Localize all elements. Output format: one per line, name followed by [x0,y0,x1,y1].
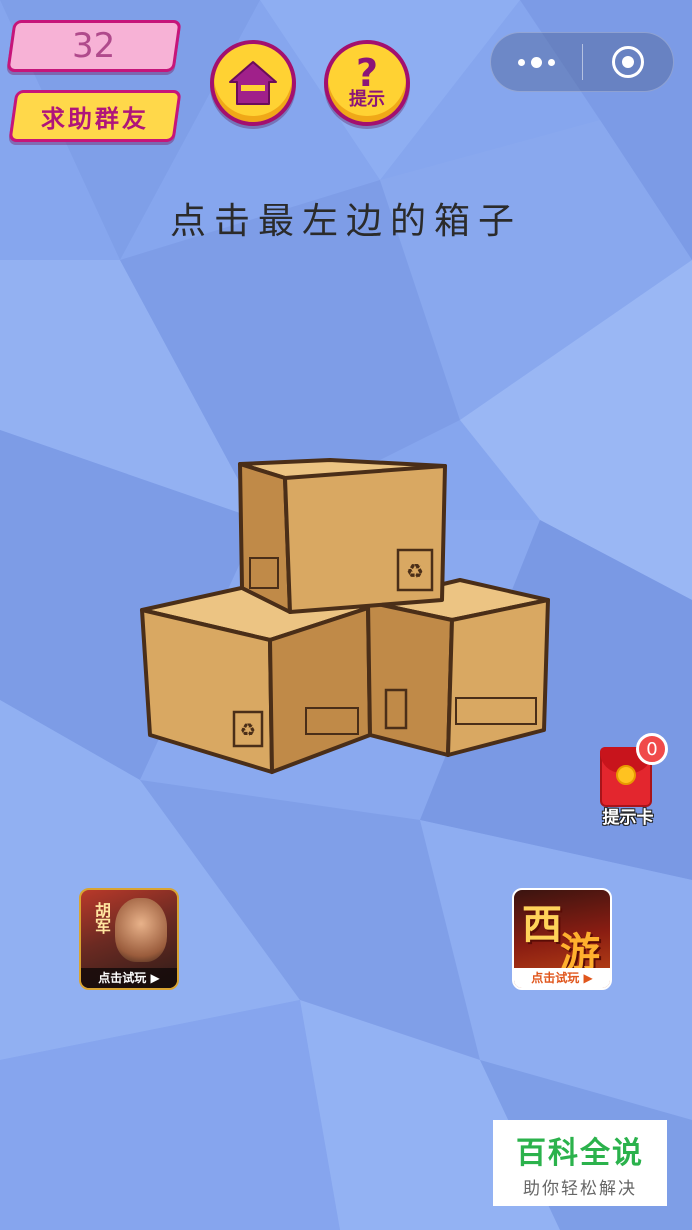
ad-right-title-1: 西 [522,901,562,948]
box-right[interactable] [366,578,550,757]
target-icon [611,46,644,78]
watermark-title: 百科全说 [516,1135,644,1171]
box-top[interactable]: ♻ [238,458,447,614]
ad-right-cta: 点击试玩 ▶ [514,968,610,988]
hint-label: 提示 [349,89,385,110]
box-left[interactable]: ♻ [140,583,372,774]
ad-left-name: 胡军 [92,902,111,934]
question-icon: ? [355,51,379,95]
coin-icon [616,765,636,785]
mini-program-capsule [490,32,674,92]
svg-text:♻: ♻ [406,559,424,583]
watermark: 百科全说 助你轻松解决 [493,1120,667,1206]
boxes-stack: ♻ ♻ [130,450,560,790]
level-number: 32 [72,26,116,66]
more-dots-icon [517,56,555,68]
ad-portrait [115,898,167,962]
ad-game-right[interactable]: 西 游 点击试玩 ▶ [512,888,612,990]
hint-card-label: 提示卡 [602,808,654,828]
hint-card-count: 0 [636,733,668,765]
question-text: 点击最左边的箱子 [169,201,522,242]
ad-left-cta: 点击试玩 ▶ [81,968,177,988]
hint-card-button[interactable]: 0 提示卡 [594,733,670,829]
level-badge: 32 [6,20,182,72]
home-button[interactable] [210,40,296,126]
svg-text:♻: ♻ [240,720,256,741]
ask-friends-button[interactable]: 求助群友 [8,90,182,142]
close-program-button[interactable] [583,33,674,91]
more-menu-button[interactable] [491,33,582,91]
ask-friends-label: 求助群友 [41,104,149,133]
hint-button[interactable]: ? 提示 [324,40,410,126]
home-icon [229,61,277,105]
watermark-subtitle: 助你轻松解决 [523,1178,637,1199]
ad-game-left[interactable]: 胡军 点击试玩 ▶ [79,888,179,990]
